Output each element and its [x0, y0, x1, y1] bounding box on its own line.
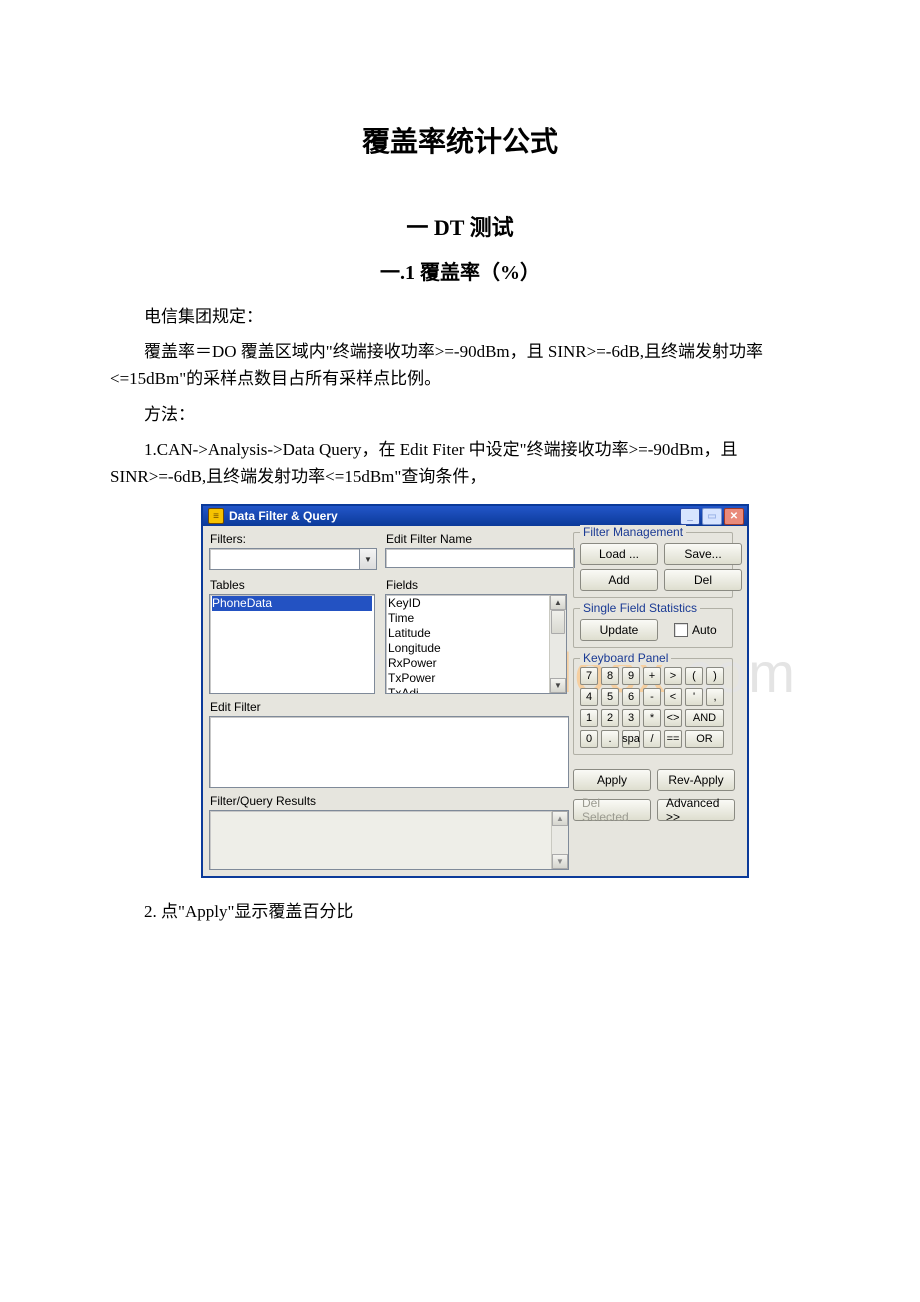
window-title-bar: ≡ Data Filter & Query _ ▭ ✕: [203, 506, 747, 526]
maximize-button[interactable]: ▭: [702, 508, 722, 525]
window-title: Data Filter & Query: [229, 509, 338, 523]
key-and[interactable]: AND: [685, 709, 724, 727]
key[interactable]: 2: [601, 709, 619, 727]
key[interactable]: *: [643, 709, 661, 727]
fields-listbox[interactable]: KeyID Time Latitude Longitude RxPower Tx…: [385, 594, 567, 694]
list-item[interactable]: Time: [388, 611, 564, 626]
key[interactable]: <>: [664, 709, 682, 727]
del-button[interactable]: Del: [664, 569, 742, 591]
paragraph: 方法：: [110, 401, 810, 428]
key[interactable]: 9: [622, 667, 640, 685]
paragraph: 电信集团规定：: [110, 303, 810, 330]
tables-label: Tables: [210, 578, 375, 592]
key[interactable]: 6: [622, 688, 640, 706]
key[interactable]: 0: [580, 730, 598, 748]
doc-title: 覆盖率统计公式: [110, 120, 810, 160]
key[interactable]: .: [601, 730, 619, 748]
key[interactable]: 7: [580, 667, 598, 685]
auto-checkbox[interactable]: [674, 623, 688, 637]
scroll-up-icon[interactable]: ▲: [550, 595, 566, 610]
scroll-thumb[interactable]: [551, 610, 565, 634]
update-button[interactable]: Update: [580, 619, 658, 641]
filters-label: Filters:: [210, 532, 375, 546]
subsection-heading: 一.1 覆盖率（%）: [110, 256, 810, 285]
list-item[interactable]: TxPower: [388, 671, 564, 686]
key[interactable]: 3: [622, 709, 640, 727]
key[interactable]: ,: [706, 688, 724, 706]
add-button[interactable]: Add: [580, 569, 658, 591]
fields-label: Fields: [386, 578, 567, 592]
scroll-down-icon[interactable]: ▼: [552, 854, 568, 869]
edit-filter-input[interactable]: [209, 716, 569, 788]
app-icon: ≡: [208, 508, 224, 524]
rev-apply-button[interactable]: Rev-Apply: [657, 769, 735, 791]
scrollbar[interactable]: ▲ ▼: [551, 811, 568, 869]
auto-label: Auto: [692, 623, 717, 637]
paragraph: 1.CAN->Analysis->Data Query，在 Edit Fiter…: [110, 436, 810, 490]
single-field-stats-caption: Single Field Statistics: [580, 601, 700, 615]
minimize-button[interactable]: _: [680, 508, 700, 525]
key[interactable]: ': [685, 688, 703, 706]
results-label: Filter/Query Results: [210, 794, 567, 808]
list-item[interactable]: Latitude: [388, 626, 564, 641]
tables-listbox[interactable]: PhoneData: [209, 594, 375, 694]
paragraph: 2. 点"Apply"显示覆盖百分比: [110, 898, 810, 925]
key[interactable]: +: [643, 667, 661, 685]
key[interactable]: /: [643, 730, 661, 748]
key[interactable]: 1: [580, 709, 598, 727]
list-item[interactable]: TxAdj: [388, 686, 564, 694]
key[interactable]: >: [664, 667, 682, 685]
filters-combo[interactable]: ▼: [209, 548, 377, 570]
keyboard-panel-caption: Keyboard Panel: [580, 651, 671, 665]
key[interactable]: -: [643, 688, 661, 706]
scroll-down-icon[interactable]: ▼: [550, 678, 566, 693]
key[interactable]: 4: [580, 688, 598, 706]
apply-button[interactable]: Apply: [573, 769, 651, 791]
chevron-down-icon: ▼: [359, 549, 376, 569]
key[interactable]: (: [685, 667, 703, 685]
key[interactable]: ): [706, 667, 724, 685]
load-button[interactable]: Load ...: [580, 543, 658, 565]
edit-filter-name-label: Edit Filter Name: [386, 532, 567, 546]
key[interactable]: <: [664, 688, 682, 706]
close-button[interactable]: ✕: [724, 508, 744, 525]
key-or[interactable]: OR: [685, 730, 724, 748]
save-button[interactable]: Save...: [664, 543, 742, 565]
del-selected-button[interactable]: Del Selected: [573, 799, 651, 821]
edit-filter-label: Edit Filter: [210, 700, 567, 714]
list-item[interactable]: PhoneData: [212, 596, 372, 611]
results-output: ▲ ▼: [209, 810, 569, 870]
paragraph: 覆盖率＝DO 覆盖区域内"终端接收功率>=-90dBm，且 SINR>=-6dB…: [110, 338, 810, 392]
list-item[interactable]: Longitude: [388, 641, 564, 656]
dialog-screenshot: ≡ Data Filter & Query _ ▭ ✕ WWW.bdocx.co…: [140, 504, 810, 878]
scrollbar[interactable]: ▲ ▼: [549, 595, 566, 693]
advanced-button[interactable]: Advanced >>: [657, 799, 735, 821]
edit-filter-name-input[interactable]: [385, 548, 575, 568]
filter-management-caption: Filter Management: [580, 525, 686, 539]
list-item[interactable]: RxPower: [388, 656, 564, 671]
list-item[interactable]: KeyID: [388, 596, 564, 611]
key[interactable]: ==: [664, 730, 682, 748]
section-heading: 一 DT 测试: [110, 210, 810, 242]
key[interactable]: 5: [601, 688, 619, 706]
keypad: 7 8 9 + > ( ) 4 5 6 - <: [580, 667, 726, 748]
key-space[interactable]: spa: [622, 730, 640, 748]
key[interactable]: 8: [601, 667, 619, 685]
scroll-up-icon[interactable]: ▲: [552, 811, 568, 826]
